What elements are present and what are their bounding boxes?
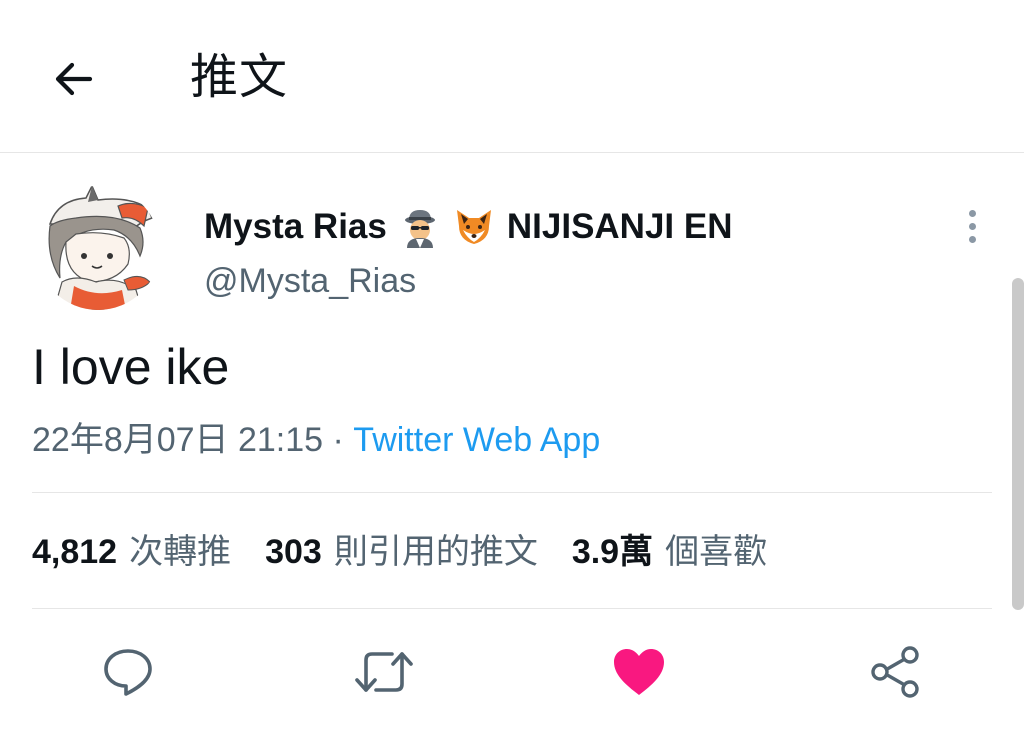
retweet-button[interactable] <box>354 642 414 702</box>
likes-stat[interactable]: 3.9萬 個喜歡 <box>572 526 767 578</box>
quotes-count: 303 <box>265 533 322 571</box>
page-title: 推文 <box>190 51 289 104</box>
reply-icon <box>104 649 152 696</box>
scrollbar-thumb[interactable] <box>1012 278 1024 610</box>
arrow-left-icon <box>55 62 93 96</box>
author-name-row[interactable]: Mysta Rias NIJISANJI EN <box>204 202 733 252</box>
retweets-count: 4,812 <box>32 533 118 571</box>
tweet-source-link[interactable]: Twitter Web App <box>353 421 600 459</box>
divider <box>32 608 992 609</box>
author-affiliation[interactable]: NIJISANJI EN <box>507 207 733 247</box>
more-options-icon <box>968 209 976 217</box>
retweets-stat[interactable]: 4,812 次轉推 <box>32 526 231 578</box>
quotes-label: 則引用的推文 <box>333 533 538 571</box>
tweet-stats: 4,812 次轉推 303 則引用的推文 3.9萬 個喜歡 <box>32 526 801 578</box>
tweet-text: I love ike <box>32 339 230 395</box>
tweet-meta: 22年8月07日 21:15 · Twitter Web App <box>32 416 600 464</box>
divider <box>32 492 992 493</box>
likes-label: 個喜歡 <box>665 533 768 571</box>
fox-emoji <box>456 210 491 244</box>
detective-emoji <box>404 210 435 248</box>
top-bar: 推文 <box>0 0 1024 153</box>
quotes-stat[interactable]: 303 則引用的推文 <box>265 526 538 578</box>
more-options-dot <box>968 235 976 243</box>
tweet-page: 推文 Mysta Rias NIJISANJI EN @Mysta_Rias I… <box>0 0 1024 730</box>
avatar-image <box>36 186 160 310</box>
retweet-icon <box>355 652 413 692</box>
reply-button[interactable] <box>98 642 158 702</box>
author-handle[interactable]: @Mysta_Rias <box>204 262 416 301</box>
back-button[interactable] <box>46 52 100 106</box>
meta-separator: · <box>323 421 354 459</box>
tweet-timestamp[interactable]: 22年8月07日 21:15 <box>32 421 323 459</box>
heart-icon <box>614 649 664 695</box>
share-button[interactable] <box>866 642 926 702</box>
retweets-label: 次轉推 <box>129 533 232 571</box>
share-icon <box>871 646 919 698</box>
more-options-dot <box>968 222 976 230</box>
likes-count: 3.9萬 <box>571 533 654 571</box>
avatar[interactable] <box>36 186 160 310</box>
more-options-button[interactable] <box>952 204 992 248</box>
author-display-name[interactable]: Mysta Rias <box>204 207 387 247</box>
like-button[interactable] <box>609 642 669 702</box>
